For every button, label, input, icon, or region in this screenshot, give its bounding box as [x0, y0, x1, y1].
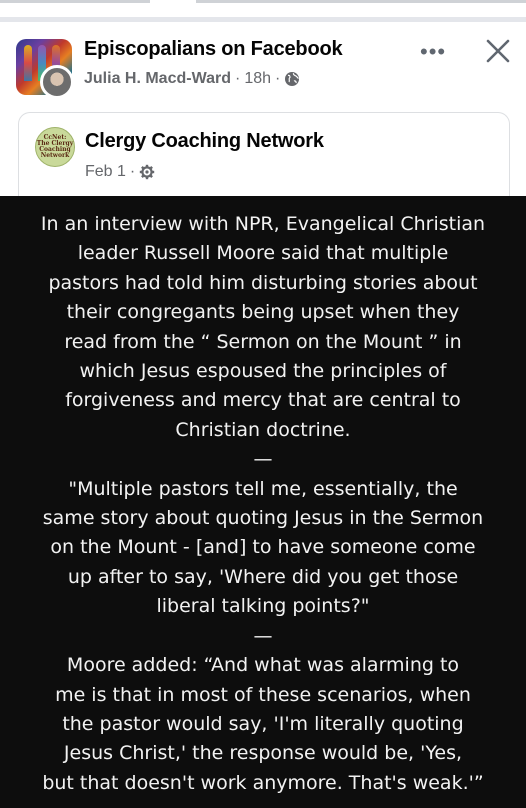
quote-paragraph-2: "Multiple pastors tell me, essentially, …	[42, 477, 484, 618]
page-name-link[interactable]: Clergy Coaching Network	[85, 130, 324, 153]
page-avatar-logo-text: CcNet: The Clergy Coaching Network	[36, 134, 74, 159]
shared-post-meta: Feb 1 ·	[85, 163, 155, 181]
close-icon[interactable]	[484, 37, 512, 65]
shared-post-date-link[interactable]: Feb 1	[85, 163, 126, 181]
group-name-link[interactable]: Episcopalians on Facebook	[84, 38, 343, 61]
gear-icon[interactable]	[139, 164, 155, 180]
globe-icon[interactable]	[284, 71, 300, 87]
meta-separator: ·	[275, 70, 281, 87]
more-horizontal-icon[interactable]: •••	[420, 41, 450, 63]
meta-separator: ·	[234, 70, 241, 87]
quote-paragraph-3: Moore added: “And what was alarming to m…	[42, 654, 484, 794]
author-avatar[interactable]	[40, 65, 74, 99]
page-avatar[interactable]: CcNet: The Clergy Coaching Network	[35, 127, 75, 167]
shared-post-card[interactable]: CcNet: The Clergy Coaching Network Clergy C…	[18, 112, 510, 202]
post-image-quote[interactable]: In an interview with NPR, Evangelical Ch…	[0, 196, 526, 808]
stained-glass-window	[24, 45, 32, 81]
quote-separator: —	[253, 624, 273, 647]
previous-post-edge	[0, 0, 150, 3]
quote-separator: —	[253, 448, 273, 471]
meta-separator: ·	[129, 163, 136, 180]
post-header: Episcopalians on Facebook Julia H. Macd-…	[0, 22, 526, 112]
post-time-link[interactable]: 18h	[244, 70, 271, 88]
quote-paragraph-1: In an interview with NPR, Evangelical Ch…	[40, 213, 486, 441]
previous-post-edge-right	[196, 0, 526, 3]
post-meta: Julia H. Macd-Ward · 18h ·	[84, 70, 300, 88]
author-name-link[interactable]: Julia H. Macd-Ward	[84, 70, 231, 88]
